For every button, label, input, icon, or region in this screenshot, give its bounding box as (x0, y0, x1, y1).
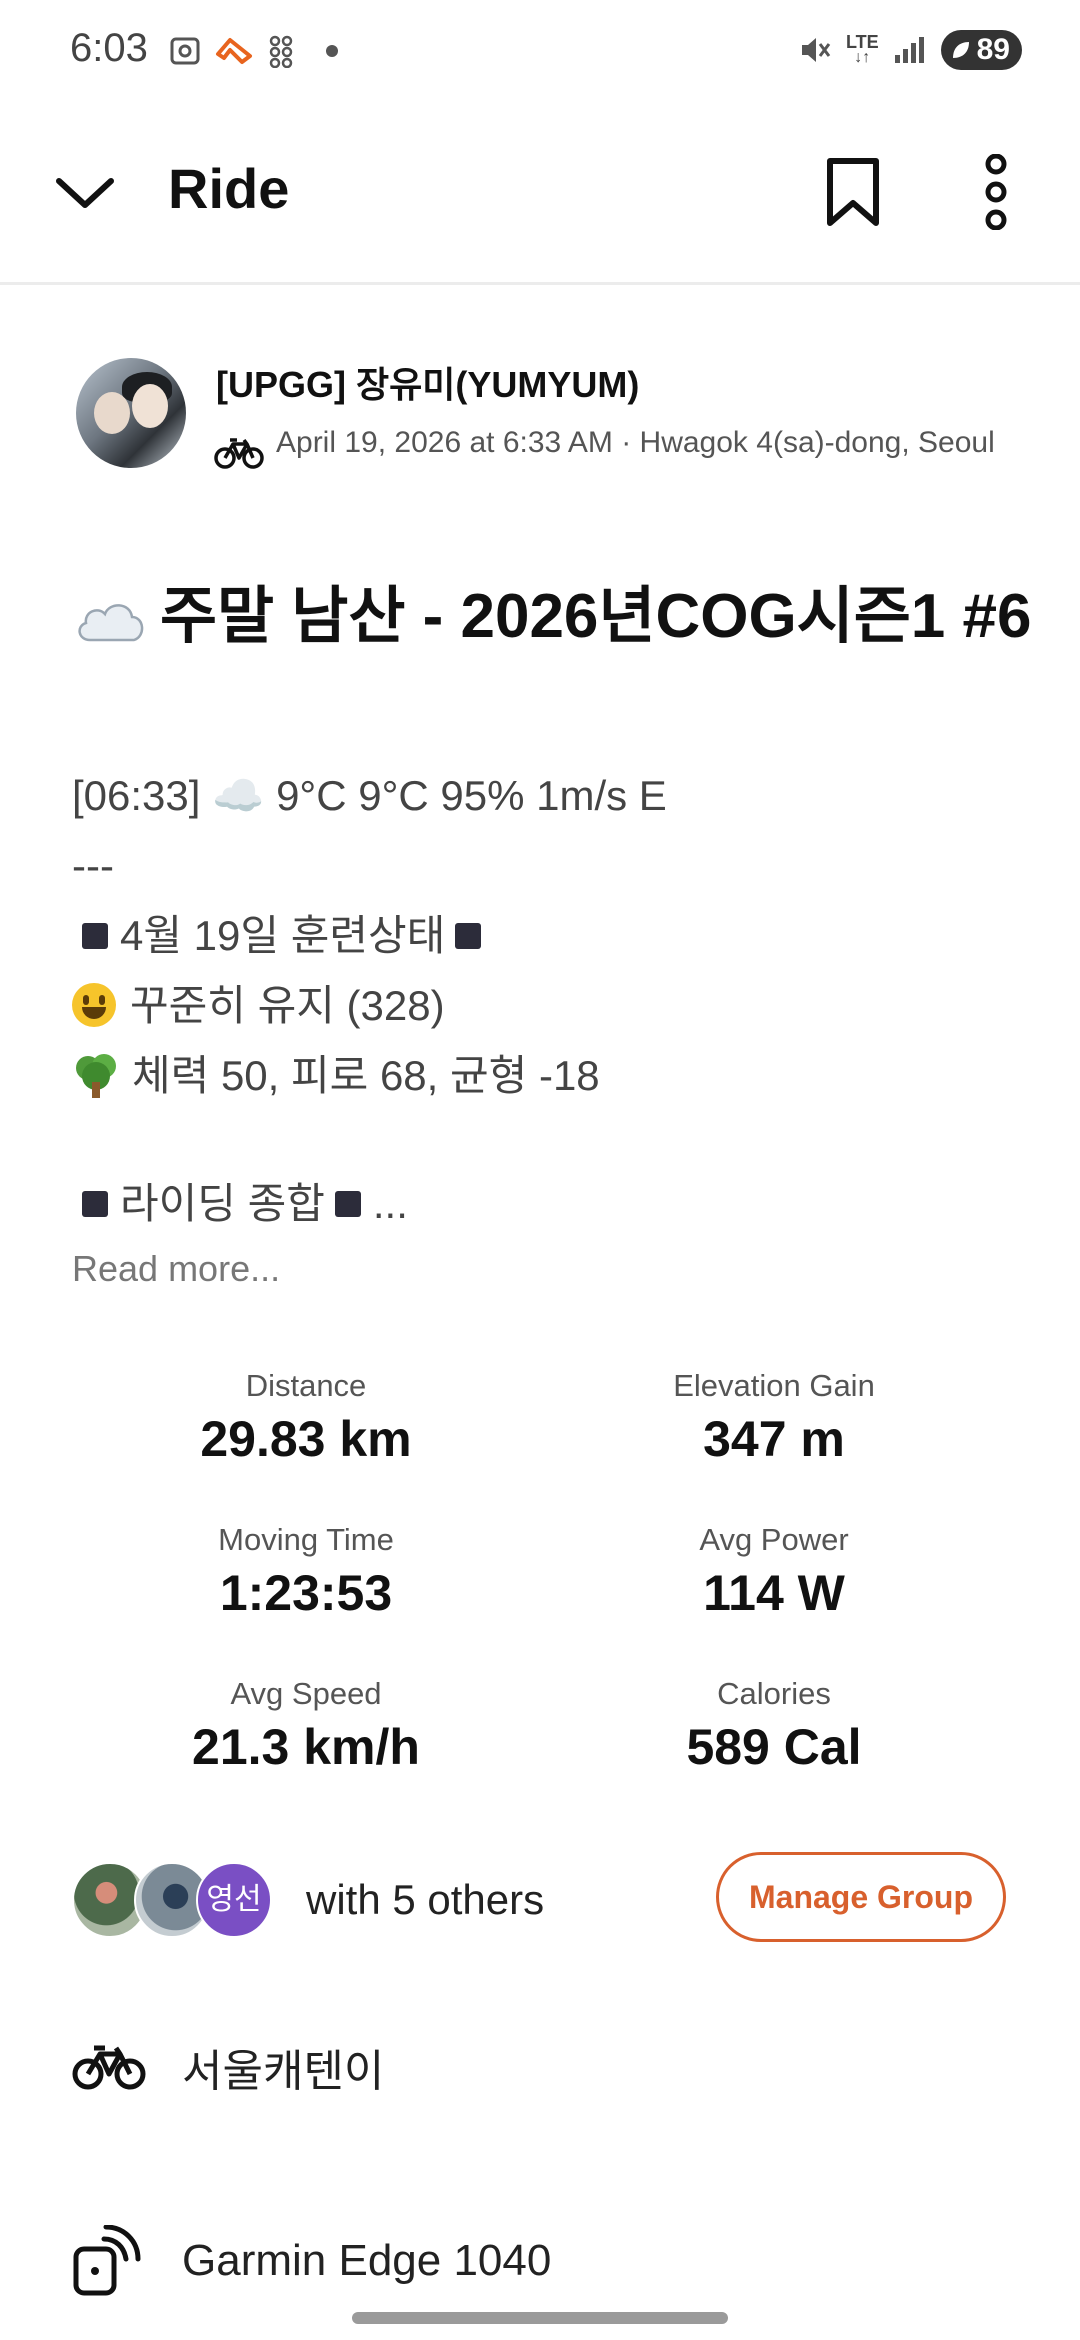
device-sync-icon (73, 2225, 141, 2296)
manage-group-button[interactable]: Manage Group (716, 1852, 1006, 1942)
smile-icon (72, 982, 116, 1027)
network-type: LTE (845, 32, 879, 52)
stat-value: 29.83 km (200, 1411, 412, 1467)
weather-line: [06:33] ☁️ 9°C 9°C 95% 1m/s E (72, 772, 667, 819)
gesture-nav-handle[interactable] (352, 2312, 728, 2324)
stat-moving-time: Moving Time 1:23:53 (96, 1522, 516, 1622)
read-more-link[interactable]: Read more... (72, 1248, 280, 1290)
activity-title-text: 주말 남산 - 2026년COG시즌1 #6 (160, 582, 1032, 651)
bike-gear-row[interactable]: 서울캐텐이 (72, 2022, 1032, 2112)
strava-app-icon (216, 38, 252, 64)
status-line: 꾸준히 유지 (328) (72, 976, 1032, 1046)
square-icon (82, 922, 108, 949)
athlete-avatar[interactable] (76, 358, 186, 468)
activity-title: 주말 남산 - 2026년COG시즌1 #6 (72, 570, 1032, 664)
description-ellipsis: ... (372, 1180, 408, 1227)
bookmark-icon (827, 158, 879, 226)
battery-indicator: 89 (940, 30, 1022, 70)
group-members-text[interactable]: with 5 others (306, 1876, 544, 1924)
battery-level: 89 (976, 33, 1010, 66)
activity-meta: April 19, 2026 at 6:33 AM · Hwagok 4(sa)… (276, 426, 995, 459)
signal-icon (894, 37, 924, 63)
separator-line: --- (72, 842, 114, 889)
stat-value: 114 W (703, 1565, 845, 1621)
group-avatars[interactable]: 영선 (72, 1862, 272, 1938)
collapse-button[interactable] (52, 160, 118, 226)
bike-icon (72, 2045, 146, 2090)
bike-icon (214, 438, 264, 469)
bookmark-button[interactable] (818, 152, 888, 232)
page-title: Ride (168, 157, 290, 220)
more-options-button[interactable] (966, 152, 1026, 232)
riding-header-line: 라이딩 종합... (72, 1174, 1032, 1244)
training-header-line: 4월 19일 훈련상태 (72, 906, 1032, 976)
stat-value: 347 m (703, 1411, 845, 1467)
device-row[interactable]: Garmin Edge 1040 (72, 2216, 1032, 2306)
status-time: 6:03 (70, 26, 148, 70)
more-vertical-icon (985, 154, 1007, 230)
fitness-values: 체력 50, 피로 68, 균형 -18 (132, 1052, 600, 1099)
fitness-line: 체력 50, 피로 68, 균형 -18 (72, 1046, 1032, 1116)
square-icon (82, 1190, 108, 1217)
stat-label: Calories (717, 1676, 831, 1711)
lte-indicator: LTE ↓↑ (845, 32, 879, 66)
system-icons: LTE ↓↑ 89 (796, 30, 1022, 70)
avatar: 영선 (196, 1862, 272, 1938)
stat-label: Moving Time (218, 1522, 394, 1557)
activity-description: [06:33] ☁️ 9°C 9°C 95% 1m/s E --- 4월 19일… (72, 766, 1032, 1244)
stat-label: Avg Speed (230, 1676, 382, 1711)
bike-name: 서울캐텐이 (182, 2047, 385, 2096)
stat-elevation-gain: Elevation Gain 347 m (564, 1368, 984, 1468)
screenshot-icon (170, 37, 200, 65)
stat-distance: Distance 29.83 km (96, 1368, 516, 1468)
app-grid-icon (269, 35, 293, 68)
stat-label: Distance (245, 1368, 367, 1403)
tree-icon (76, 1053, 116, 1098)
chevron-down-icon (56, 178, 114, 208)
training-status: 꾸준히 유지 (328) (130, 982, 445, 1029)
square-icon (334, 1190, 361, 1217)
stat-value: 21.3 km/h (192, 1719, 420, 1775)
status-bar: 6:03 LTE ↓↑ 89 (0, 0, 1080, 110)
stat-value: 589 Cal (686, 1719, 862, 1775)
stat-avg-speed: Avg Speed 21.3 km/h (96, 1676, 516, 1776)
notification-icons (168, 34, 338, 68)
app-bar: Ride (0, 110, 1080, 285)
stat-label: Avg Power (699, 1522, 849, 1557)
battery-saver-icon (952, 42, 969, 58)
stat-calories: Calories 589 Cal (564, 1676, 984, 1776)
square-icon (455, 922, 482, 949)
training-header: 4월 19일 훈련상태 (120, 912, 446, 959)
stat-avg-power: Avg Power 114 W (564, 1522, 984, 1622)
stat-value: 1:23:53 (219, 1565, 393, 1621)
mute-icon (801, 38, 831, 62)
riding-header: 라이딩 종합 (120, 1180, 325, 1227)
device-name: Garmin Edge 1040 (182, 2236, 552, 2285)
stat-label: Elevation Gain (673, 1368, 875, 1403)
notification-dot (326, 45, 338, 57)
cloud-icon (78, 603, 144, 641)
athlete-name[interactable]: [UPGG] 장유미(YUMYUM) (216, 356, 639, 408)
